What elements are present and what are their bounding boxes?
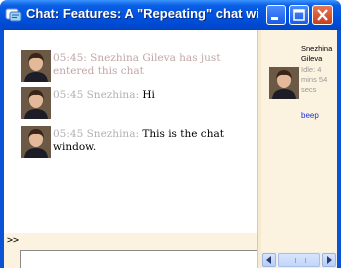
window-frame-right [337, 30, 341, 268]
message-text: 05:45 Snezhina: This is the chat window. [53, 128, 258, 154]
chat-messages-pane[interactable]: 05:45: Snezhina Gileva has just entered … [4, 30, 257, 236]
avatar [21, 50, 51, 82]
user-idle-status: Idle: 4 mins 54 secs [301, 65, 328, 94]
title-bar[interactable]: Chat: Features: A "Repeating" chat with … [0, 0, 341, 30]
input-gutter [4, 250, 20, 268]
minimize-icon [271, 17, 278, 20]
window-title: Chat: Features: A "Repeating" chat with … [26, 6, 258, 21]
message-text: 05:45: Snezhina Gileva has just entered … [53, 52, 258, 78]
message-time: 05:45 [53, 89, 84, 101]
horizontal-scrollbar[interactable] [261, 252, 337, 268]
chat-window-icon [5, 8, 22, 22]
scroll-right-button[interactable] [322, 253, 336, 267]
users-pane: Snezhina Gileva Idle: 4 mins 54 secs bee… [261, 30, 337, 252]
arrow-right-icon [327, 256, 332, 264]
message-body: Hi [142, 89, 155, 101]
close-button[interactable] [312, 5, 333, 25]
input-prompt-bar: >> [4, 233, 257, 250]
scrollbar-thumb[interactable] [278, 253, 320, 267]
message-time: 05:45 [53, 128, 84, 140]
maximize-button[interactable] [289, 5, 309, 25]
message-input[interactable] [20, 250, 257, 268]
avatar [21, 87, 51, 119]
user-name: Snezhina Gileva [301, 44, 333, 63]
avatar [21, 126, 51, 158]
message-text: 05:45 Snezhina: Hi [53, 89, 258, 102]
avatar [269, 67, 299, 99]
message-author: Snezhina: [86, 128, 139, 140]
message-author: Snezhina: [86, 89, 139, 101]
minimize-button[interactable] [266, 5, 286, 25]
close-icon [317, 9, 328, 21]
beep-link[interactable]: beep [301, 111, 319, 120]
arrow-left-icon [266, 256, 271, 264]
grip-icon [295, 258, 306, 263]
scroll-left-button[interactable] [262, 253, 276, 267]
maximize-icon [293, 9, 305, 21]
input-prompt: >> [7, 235, 20, 246]
message-time: 05:45: [53, 52, 87, 64]
